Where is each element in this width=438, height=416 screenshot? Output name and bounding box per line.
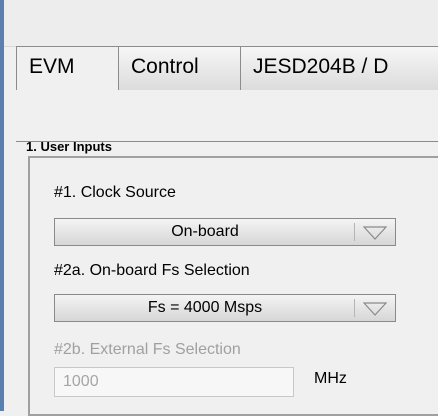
section-title-user-inputs: 1. User Inputs [26, 139, 112, 154]
fs-selection-dropdown[interactable]: Fs = 4000 Msps [54, 294, 396, 322]
dropdown-separator [354, 299, 355, 317]
external-fs-unit: MHz [314, 370, 347, 387]
clock-source-dropdown[interactable]: On-board [54, 218, 396, 246]
fs-selection-label: #2a. On-board Fs Selection [54, 262, 250, 279]
fs-selection-value: Fs = 4000 Msps [147, 299, 263, 316]
tab-bar: EVM Control JESD204B / D [16, 46, 438, 142]
chevron-down-icon [363, 226, 387, 240]
clock-source-label: #1. Clock Source [54, 184, 176, 201]
toolbar-strip [4, 0, 438, 47]
external-fs-input[interactable] [54, 367, 294, 397]
external-fs-label: #2b. External Fs Selection [54, 341, 241, 358]
chevron-down-icon [363, 302, 387, 316]
window-left-border [0, 0, 4, 411]
dropdown-separator [354, 223, 355, 241]
clock-source-value: On-board [171, 223, 239, 240]
tab-control[interactable]: Control [118, 46, 241, 90]
tab-evm[interactable]: EVM [16, 46, 119, 90]
tab-jesd204b[interactable]: JESD204B / D [240, 46, 438, 90]
